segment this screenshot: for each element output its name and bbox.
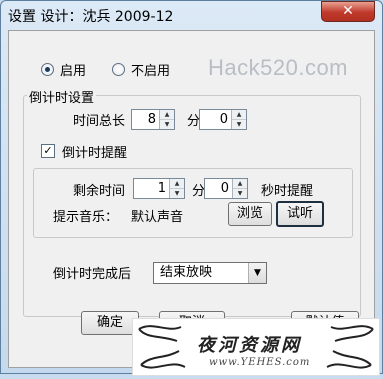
- radio-enable-label[interactable]: 启用: [60, 60, 86, 79]
- window-title: 设置 设计：沈兵 2009-12: [8, 9, 174, 25]
- remaining-seconds-value[interactable]: 0: [205, 179, 232, 198]
- close-button[interactable]: ✕: [321, 1, 375, 22]
- music-value: 默认声音: [131, 210, 184, 225]
- after-complete-dropdown[interactable]: 结束放映 ▼: [153, 262, 267, 284]
- spin-up-icon[interactable]: ▲: [170, 179, 184, 188]
- watermark-seal: 夜河资源网 www.YEHES.com: [132, 318, 380, 376]
- total-seconds-value[interactable]: 0: [200, 110, 231, 129]
- total-minutes-arrows[interactable]: ▲ ▼: [159, 110, 174, 129]
- after-complete-label: 倒计时完成后: [53, 267, 132, 282]
- spin-down-icon[interactable]: ▼: [233, 188, 247, 198]
- spin-up-icon[interactable]: ▲: [232, 110, 246, 119]
- total-time-label: 时间总长: [73, 114, 126, 129]
- reminder-checkbox[interactable]: ✓: [41, 144, 55, 158]
- test-listen-button[interactable]: 试听: [276, 201, 324, 227]
- total-seconds-spinner[interactable]: 0 ▲ ▼: [199, 109, 247, 130]
- remaining-seconds-spinner[interactable]: 0 ▲ ▼: [204, 178, 248, 199]
- countdown-group-label: 倒计时设置: [27, 87, 97, 106]
- remaining-minutes-value[interactable]: 1: [134, 179, 169, 198]
- title-bar: 设置 设计：沈兵 2009-12 ✕: [0, 0, 383, 30]
- remaining-time-label: 剩余时间: [73, 184, 126, 199]
- spin-down-icon[interactable]: ▼: [160, 119, 174, 129]
- watermark-text: Hack520.com: [208, 55, 349, 80]
- radio-disable-label[interactable]: 不启用: [131, 60, 170, 79]
- ok-button[interactable]: 确定: [81, 311, 139, 335]
- radio-enable[interactable]: [41, 63, 54, 76]
- total-minutes-value[interactable]: 8: [132, 110, 159, 129]
- checkmark-icon: ✓: [43, 144, 53, 157]
- remaining-minutes-spinner[interactable]: 1 ▲ ▼: [133, 178, 185, 199]
- seal-url: www.YEHES.com: [209, 357, 311, 368]
- browse-button[interactable]: 浏览: [228, 202, 272, 226]
- reminder-checkbox-label[interactable]: 倒计时提醒: [62, 142, 127, 161]
- total-minutes-spinner[interactable]: 8 ▲ ▼: [131, 109, 175, 130]
- after-complete-value[interactable]: 结束放映: [160, 264, 212, 282]
- seal-title: 夜河资源网: [197, 335, 302, 356]
- close-icon: ✕: [342, 3, 354, 19]
- total-seconds-arrows[interactable]: ▲ ▼: [231, 110, 246, 129]
- remaining-seconds-arrows[interactable]: ▲ ▼: [232, 179, 247, 198]
- spin-up-icon[interactable]: ▲: [160, 110, 174, 119]
- remaining-minutes-arrows[interactable]: ▲ ▼: [169, 179, 184, 198]
- radio-disable[interactable]: [112, 63, 125, 76]
- spin-down-icon[interactable]: ▼: [232, 119, 246, 129]
- remaining-seconds-suffix: 秒时提醒: [261, 184, 314, 199]
- chevron-down-icon[interactable]: ▼: [248, 263, 266, 283]
- spin-down-icon[interactable]: ▼: [170, 188, 184, 198]
- spin-up-icon[interactable]: ▲: [233, 179, 247, 188]
- music-label: 提示音乐：: [53, 210, 119, 225]
